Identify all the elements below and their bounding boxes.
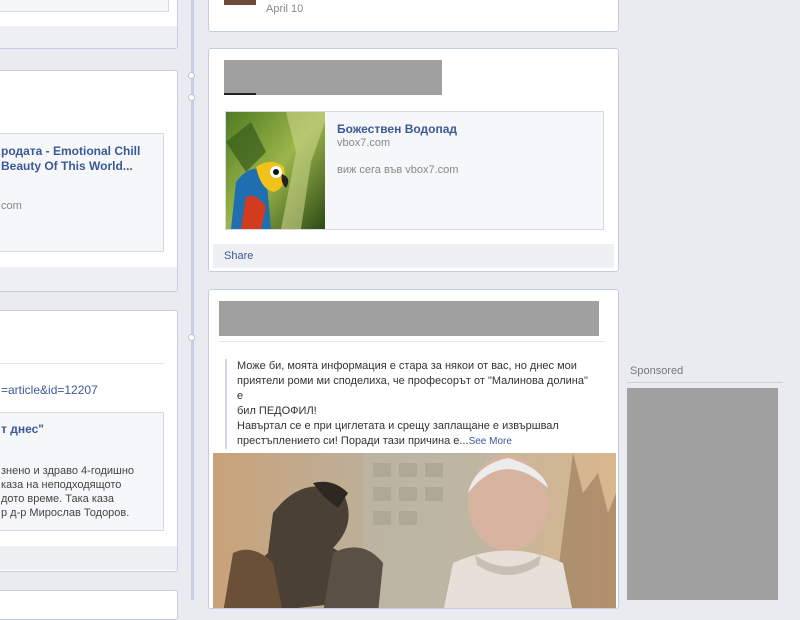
attachment-description: виж сега във vbox7.com xyxy=(337,164,459,176)
shared-quote: Може би, моята информация е стара за няк… xyxy=(225,359,597,449)
timeline-spine xyxy=(191,0,194,600)
shared-url-link[interactable]: =article&id=12207 xyxy=(1,383,98,397)
story-footer xyxy=(0,546,177,570)
quote-line: бил ПЕДОФИЛ! xyxy=(237,405,317,417)
timeline-connector-dot xyxy=(188,334,195,341)
left-story-card-1 xyxy=(0,0,178,49)
attachment-title[interactable]: Божествен Водопад xyxy=(337,122,457,136)
timeline-connector-dot xyxy=(188,72,195,79)
quote-line: престъплението си! Поради тази причина е… xyxy=(237,434,597,449)
link-attachment[interactable] xyxy=(0,0,169,12)
left-story-card-4 xyxy=(0,590,178,620)
redacted-author-header xyxy=(224,60,442,95)
left-story-card-2: родата - Emotional Chill Beauty Of This … xyxy=(0,70,178,292)
left-story-card-3: =article&id=12207 т днес" знено и здраво… xyxy=(0,310,178,572)
attachment-domain: com xyxy=(1,200,22,212)
quote-line-text: престъплението си! Поради тази причина е… xyxy=(237,435,469,447)
story-footer xyxy=(0,267,177,291)
attachment-title[interactable]: т днес" xyxy=(1,422,44,436)
quote-line: Навъртал се е при циглетата и срещу запл… xyxy=(237,420,559,432)
divider xyxy=(219,341,605,342)
description-line: р д-р Мирослав Тодоров. xyxy=(1,507,130,519)
sponsored-divider xyxy=(627,382,783,383)
link-attachment[interactable]: т днес" знено и здраво 4-годишно каза на… xyxy=(0,412,164,531)
description-line: знено и здраво 4-годишно xyxy=(1,465,135,477)
story-footer: Share xyxy=(213,244,614,268)
quote-line: Може би, моята информация е стара за няк… xyxy=(237,360,577,372)
sponsored-label: Sponsored xyxy=(630,365,684,377)
post-photo[interactable] xyxy=(213,453,616,609)
link-attachment[interactable]: родата - Emotional Chill Beauty Of This … xyxy=(0,133,164,252)
redacted-ad[interactable] xyxy=(627,388,778,600)
attachment-title-line2[interactable]: Beauty Of This World... xyxy=(1,159,133,173)
description-line: каза на неподходящото xyxy=(1,479,122,491)
avatar[interactable] xyxy=(224,0,256,5)
story-card-3: Може би, моята информация е стара за няк… xyxy=(208,289,619,609)
post-timestamp[interactable]: April 10 xyxy=(266,3,303,15)
redacted-author-header xyxy=(219,301,599,336)
timeline-connector-dot xyxy=(188,94,195,101)
divider xyxy=(0,363,165,364)
description-line: дото време. Така каза xyxy=(1,493,115,505)
video-attachment[interactable]: Божествен Водопад vbox7.com виж сега във… xyxy=(225,111,604,230)
attachment-description: знено и здраво 4-годишно каза на неподхо… xyxy=(1,464,134,520)
story-card-1: April 10 xyxy=(208,0,619,32)
see-more-link[interactable]: See More xyxy=(469,436,512,447)
quote-line: приятели роми ми споделиха, че професоръ… xyxy=(237,375,588,402)
attachment-title-line1[interactable]: родата - Emotional Chill xyxy=(1,144,140,158)
story-card-2: Божествен Водопад vbox7.com виж сега във… xyxy=(208,48,619,272)
video-thumbnail[interactable] xyxy=(226,112,325,229)
attachment-domain: vbox7.com xyxy=(337,137,391,149)
share-link[interactable]: Share xyxy=(224,250,253,262)
story-footer xyxy=(0,26,177,48)
header-underline xyxy=(224,93,256,95)
